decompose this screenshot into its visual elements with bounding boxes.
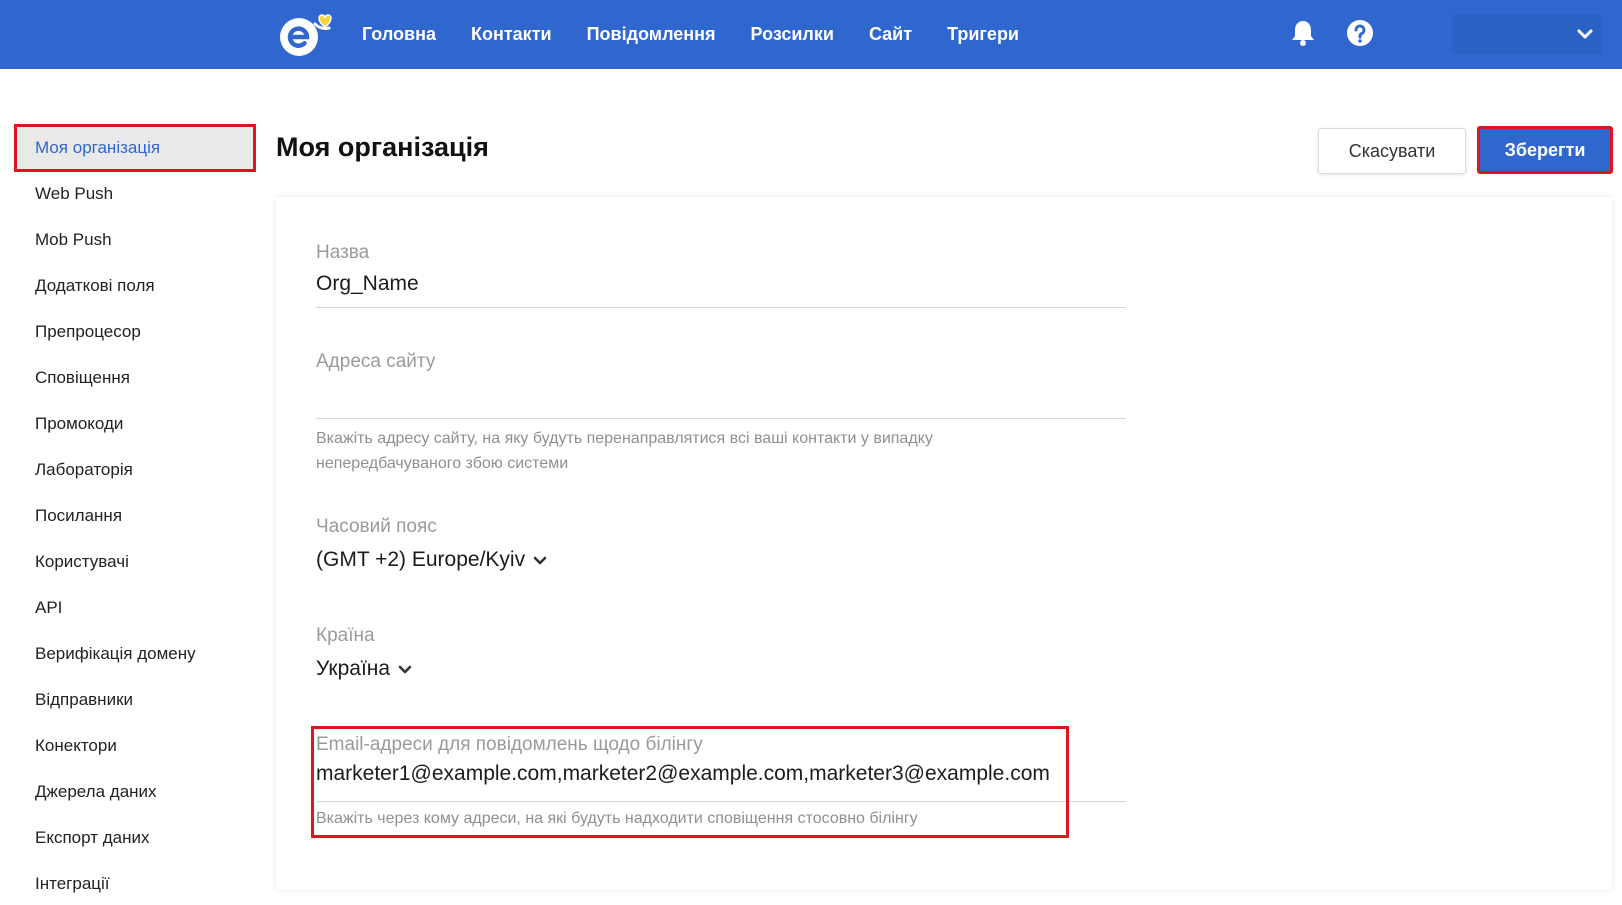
sidebar-item-links[interactable]: Посилання xyxy=(15,493,255,539)
sidebar-item-integrations[interactable]: Інтеграції xyxy=(15,861,255,905)
sidebar-item-connectors[interactable]: Конектори xyxy=(15,723,255,769)
sidebar-item-senders[interactable]: Відправники xyxy=(15,677,255,723)
chevron-down-icon xyxy=(1576,26,1594,42)
settings-sidebar: Моя організація Web Push Mob Push Додатк… xyxy=(14,124,256,905)
logo-icon[interactable] xyxy=(277,10,343,60)
name-input[interactable]: Org_Name xyxy=(316,264,1126,308)
name-value: Org_Name xyxy=(316,272,419,295)
sidebar-item-users[interactable]: Користувачі xyxy=(15,539,255,585)
sidebar-item-my-organization[interactable]: Моя організація xyxy=(14,124,256,172)
account-menu[interactable] xyxy=(1452,14,1602,54)
save-button[interactable]: Зберегти xyxy=(1477,126,1613,174)
sidebar-item-web-push[interactable]: Web Push xyxy=(15,171,255,217)
sidebar-item-data-export[interactable]: Експорт даних xyxy=(15,815,255,861)
sidebar-item-preprocessor[interactable]: Препроцесор xyxy=(15,309,255,355)
sidebar-item-mob-push[interactable]: Mob Push xyxy=(15,217,255,263)
sidebar-item-notifications[interactable]: Сповіщення xyxy=(15,355,255,401)
site-label: Адреса сайту xyxy=(316,351,436,372)
nav-home[interactable]: Головна xyxy=(362,24,436,45)
main-nav: Головна Контакти Повідомлення Розсилки С… xyxy=(362,0,1054,69)
nav-contacts[interactable]: Контакти xyxy=(471,24,552,45)
sidebar-item-additional-fields[interactable]: Додаткові поля xyxy=(15,263,255,309)
nav-triggers[interactable]: Тригери xyxy=(947,24,1019,45)
sidebar-item-data-sources[interactable]: Джерела даних xyxy=(15,769,255,815)
site-hint: Вкажіть адресу сайту, на яку будуть пере… xyxy=(316,426,1126,476)
timezone-value: (GMT +2) Europe/Kyiv xyxy=(316,548,526,571)
site-input[interactable] xyxy=(316,373,1126,419)
country-field: Країна Україна xyxy=(316,625,1126,681)
bell-icon[interactable] xyxy=(1290,19,1316,47)
sidebar-item-promocodes[interactable]: Промокоди xyxy=(15,401,255,447)
timezone-field: Часовий пояс (GMT +2) Europe/Kyiv xyxy=(316,516,1126,572)
timezone-label: Часовий пояс xyxy=(316,516,437,537)
nav-campaigns[interactable]: Розсилки xyxy=(751,24,834,45)
chevron-down-icon xyxy=(398,665,412,674)
chevron-down-icon xyxy=(533,556,547,565)
top-navigation-bar: Головна Контакти Повідомлення Розсилки С… xyxy=(0,0,1622,69)
sidebar-item-domain-verification[interactable]: Верифікація домену xyxy=(15,631,255,677)
country-value: Україна xyxy=(316,657,391,680)
name-field: Назва Org_Name xyxy=(316,242,1126,308)
country-select[interactable]: Україна xyxy=(316,657,412,681)
country-label: Країна xyxy=(316,625,375,646)
nav-site[interactable]: Сайт xyxy=(869,24,912,45)
sidebar-item-laboratory[interactable]: Лабораторія xyxy=(15,447,255,493)
site-hint-line-2: непередбачуваного збою системи xyxy=(316,455,569,472)
cancel-button[interactable]: Скасувати xyxy=(1318,128,1466,174)
site-hint-line-1: Вкажіть адресу сайту, на яку будуть пере… xyxy=(316,430,933,447)
name-label: Назва xyxy=(316,242,370,263)
billing-highlight-box xyxy=(311,726,1069,838)
sidebar-item-api[interactable]: API xyxy=(15,585,255,631)
page-title: Моя організація xyxy=(276,132,489,162)
timezone-select[interactable]: (GMT +2) Europe/Kyiv xyxy=(316,548,547,572)
help-icon[interactable] xyxy=(1346,19,1374,47)
site-field: Адреса сайту Вкажіть адресу сайту, на як… xyxy=(316,351,1126,476)
nav-messages[interactable]: Повідомлення xyxy=(587,24,716,45)
organization-form-card: Назва Org_Name Адреса сайту Вкажіть адре… xyxy=(276,197,1612,890)
